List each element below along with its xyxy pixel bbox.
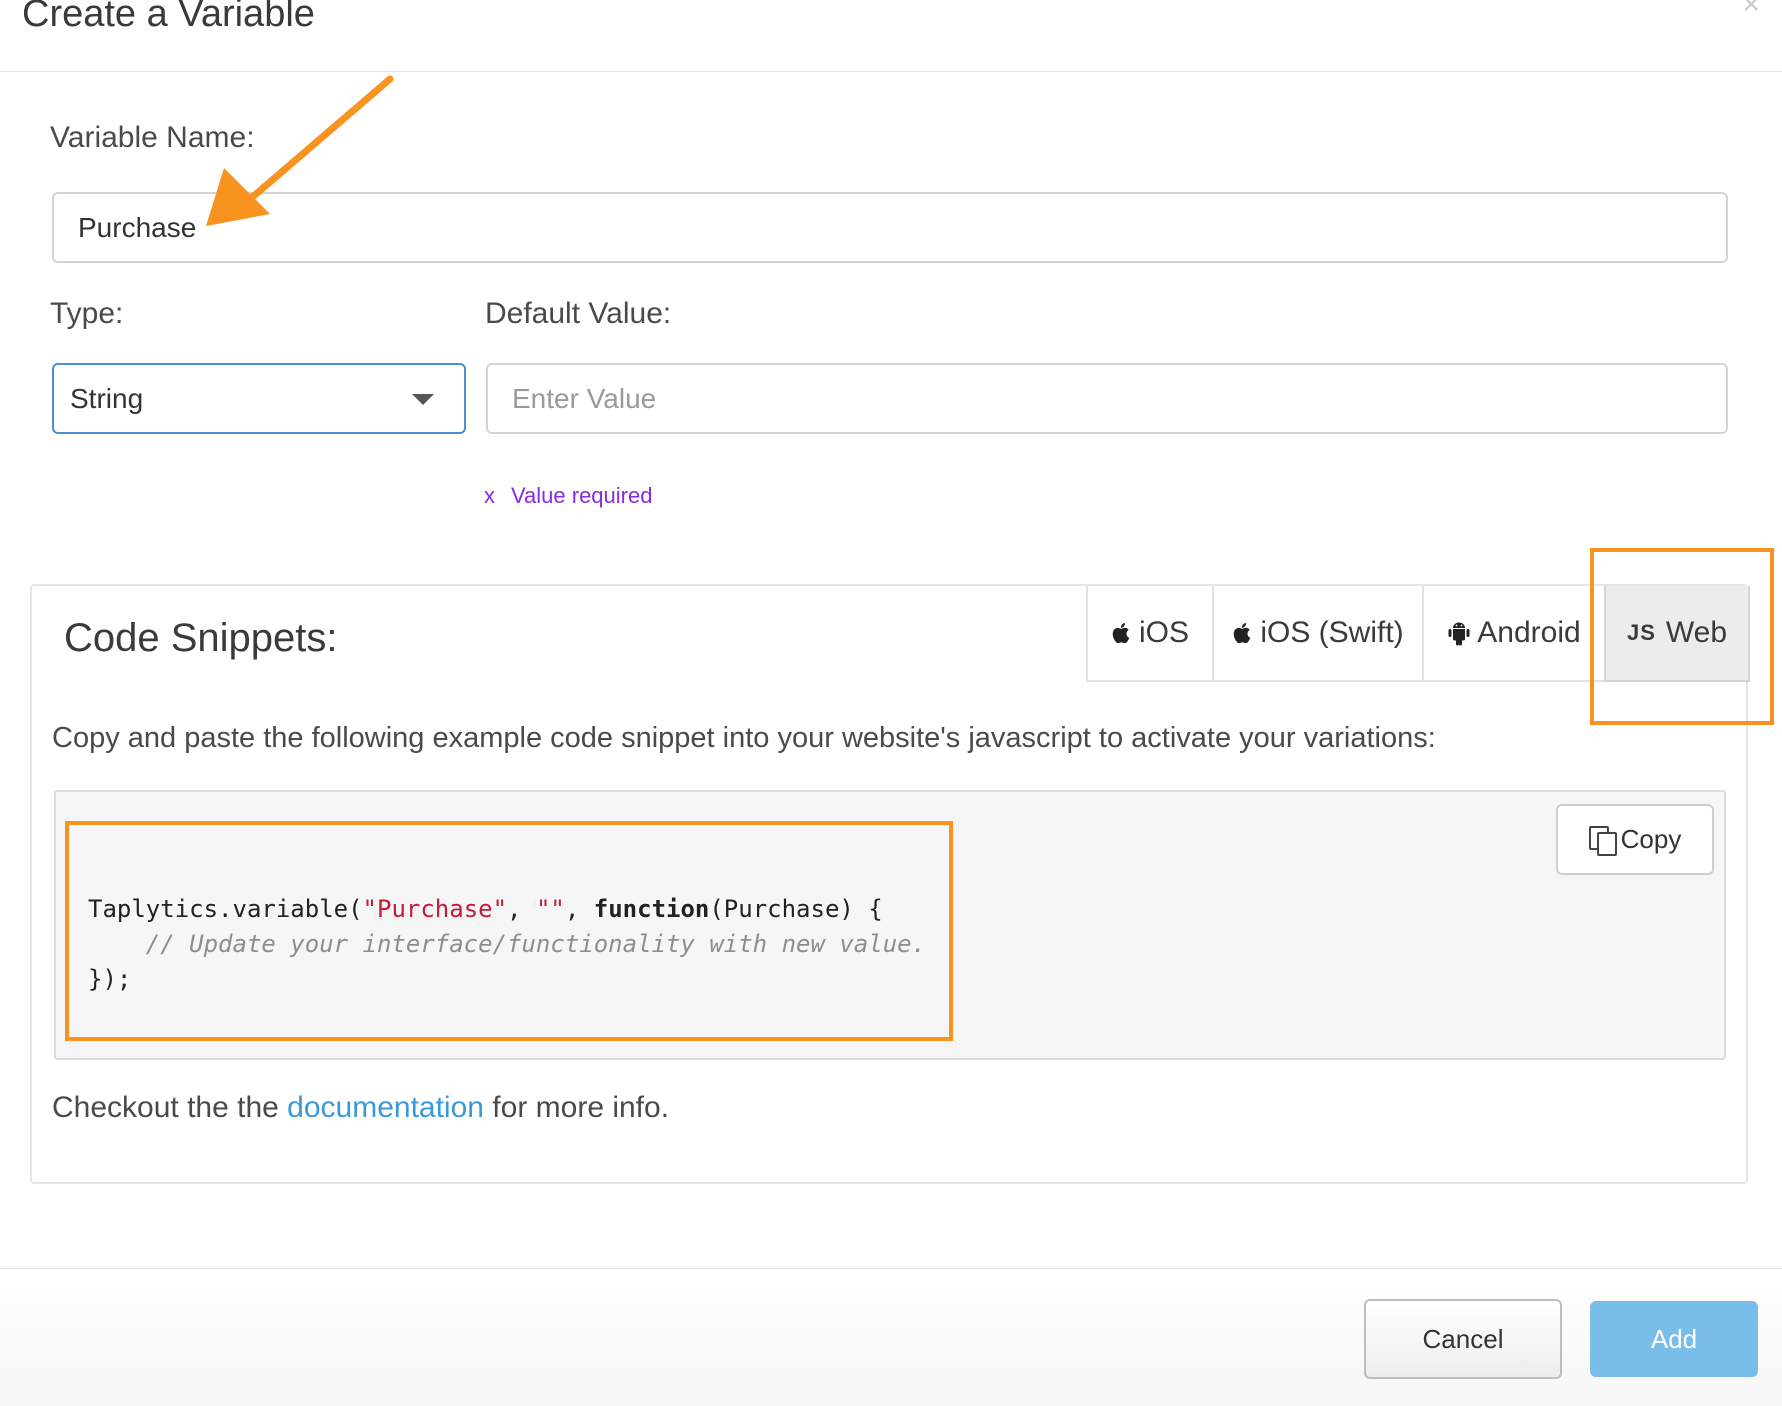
apple-icon	[1234, 623, 1251, 644]
copy-button-label: Copy	[1620, 824, 1682, 854]
android-icon	[1448, 622, 1470, 646]
code-snippet: Taplytics.variable("Purchase", "", funct…	[88, 892, 926, 997]
tab-js-web[interactable]: JS Web	[1604, 586, 1750, 682]
cancel-button[interactable]: Cancel	[1364, 1299, 1562, 1379]
tab-ios-swift-label: iOS (Swift)	[1260, 616, 1404, 649]
validation-text: Value required	[511, 483, 653, 508]
variable-name-input[interactable]	[52, 192, 1728, 263]
default-value-input[interactable]	[486, 363, 1728, 434]
code-string: "Purchase"	[362, 895, 508, 923]
type-label: Type:	[50, 297, 124, 330]
header-divider	[0, 71, 1782, 72]
code-text: });	[88, 965, 132, 993]
code-keyword: function	[593, 895, 710, 923]
modal-title: Create a Variable	[22, 0, 315, 35]
code-text: ,	[564, 895, 594, 923]
code-string: ""	[535, 895, 565, 923]
tab-js-web-label: Web	[1665, 616, 1728, 649]
tab-android[interactable]: Android	[1422, 586, 1604, 682]
tab-ios-swift[interactable]: iOS (Swift)	[1212, 586, 1422, 682]
documentation-note: Checkout the the documentation for more …	[52, 1088, 669, 1128]
documentation-link[interactable]: documentation	[287, 1091, 484, 1124]
copy-icon	[1588, 825, 1617, 856]
js-icon: JS	[1626, 620, 1656, 645]
type-select-value: String	[70, 383, 144, 414]
code-comment: // Update your interface/functionality w…	[145, 930, 927, 958]
default-value-label: Default Value:	[485, 297, 672, 330]
documentation-note-suffix: for more info.	[483, 1091, 670, 1124]
code-snippets-title: Code Snippets:	[64, 616, 338, 660]
tab-android-label: Android	[1477, 616, 1581, 649]
tab-ios[interactable]: iOS	[1086, 586, 1212, 682]
code-snippet-box: Taplytics.variable("Purchase", "", funct…	[54, 790, 1726, 1060]
snippet-description: Copy and paste the following example cod…	[52, 722, 1436, 754]
add-button[interactable]: Add	[1590, 1301, 1758, 1377]
apple-icon	[1112, 623, 1130, 644]
validation-message: x Value required	[484, 480, 652, 512]
platform-tabs: iOS iOS (Swift) Android JS Web	[1086, 586, 1750, 682]
documentation-note-prefix: Checkout the the	[52, 1091, 288, 1124]
code-text: (Purchase) {	[709, 895, 883, 923]
copy-button[interactable]: Copy	[1556, 804, 1714, 875]
variable-name-label: Variable Name:	[50, 121, 255, 154]
code-text: Taplytics.variable(	[88, 895, 363, 923]
tab-ios-label: iOS	[1138, 616, 1189, 649]
chevron-down-icon	[412, 394, 434, 405]
close-icon[interactable]: ×	[1742, 0, 1760, 20]
error-x-icon: x	[484, 483, 495, 508]
create-variable-modal: Create a Variable × Variable Name: Type:…	[0, 0, 1782, 1406]
type-select[interactable]: String	[52, 363, 466, 434]
code-text: ,	[507, 895, 536, 923]
